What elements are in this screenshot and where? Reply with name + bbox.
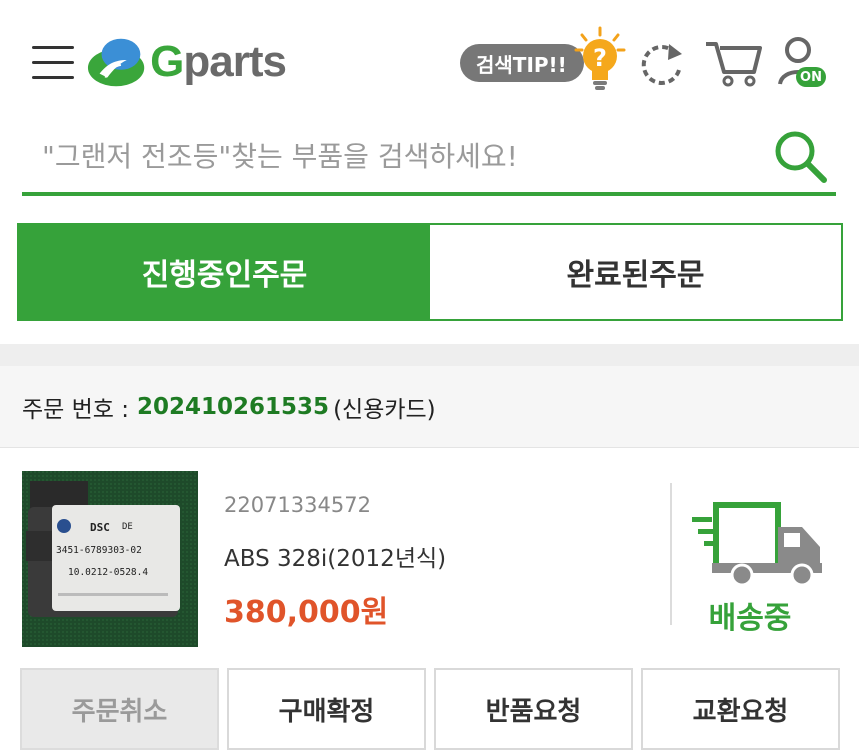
search-tip-button[interactable]: 검색TIP!! ? xyxy=(460,26,626,90)
order-header: 주문 번호 : 202410261535 (신용카드) xyxy=(0,366,859,448)
logo-g: G xyxy=(150,37,184,86)
lightbulb-icon: ? xyxy=(574,26,626,90)
delivery-status: 배송중 xyxy=(690,497,830,637)
logo-leaf-icon xyxy=(87,38,145,87)
tab-completed-orders[interactable]: 완료된주문 xyxy=(430,225,841,319)
order-actions: 주문취소 구매확정 반품요청 교환요청 xyxy=(20,668,840,750)
menu-icon[interactable] xyxy=(32,46,74,82)
product-price: 380,000원 xyxy=(224,595,389,630)
product-image-brand: DSC xyxy=(90,521,110,534)
refresh-icon[interactable] xyxy=(636,40,686,88)
product-image-part-no: 3451-6789303-02 xyxy=(56,545,142,556)
search-bar xyxy=(22,120,836,196)
cancel-order-button[interactable]: 주문취소 xyxy=(20,668,219,750)
order-number: 202410261535 xyxy=(137,393,330,420)
header: Gparts 검색TIP!! ? ON xyxy=(0,0,859,120)
logo-parts: parts xyxy=(183,37,287,86)
logo[interactable]: Gparts xyxy=(86,30,287,94)
user-on-badge: ON xyxy=(796,67,826,87)
user-button[interactable]: ON xyxy=(776,34,828,90)
search-icon[interactable] xyxy=(770,126,830,186)
product-image-origin: DE xyxy=(122,522,133,532)
search-tip-label: 검색TIP!! xyxy=(460,44,584,82)
product-name[interactable]: ABS 328i(2012년식) xyxy=(224,539,446,573)
exchange-request-button[interactable]: 교환요청 xyxy=(641,668,840,750)
search-input[interactable] xyxy=(42,134,742,178)
delivery-status-label: 배송중 xyxy=(708,601,792,636)
cart-icon[interactable] xyxy=(702,34,764,88)
tab-in-progress-orders[interactable]: 진행중인주문 xyxy=(19,225,430,319)
product-code: 22071334572 xyxy=(224,493,371,517)
return-request-button[interactable]: 반품요청 xyxy=(434,668,633,750)
payment-method: (신용카드) xyxy=(333,396,436,423)
confirm-purchase-button[interactable]: 구매확정 xyxy=(227,668,426,750)
section-divider xyxy=(0,344,859,366)
order-item: DSC DE 3451-6789303-02 10.0212-0528.4 22… xyxy=(0,449,859,664)
product-image[interactable]: DSC DE 3451-6789303-02 10.0212-0528.4 xyxy=(22,471,198,647)
svg-text:?: ? xyxy=(593,44,607,72)
divider xyxy=(670,483,672,625)
delivery-truck-icon xyxy=(692,502,822,587)
order-tabs: 진행중인주문 완료된주문 xyxy=(17,223,843,321)
order-number-label: 주문 번호 : xyxy=(22,396,130,423)
product-image-serial: 10.0212-0528.4 xyxy=(68,567,148,578)
